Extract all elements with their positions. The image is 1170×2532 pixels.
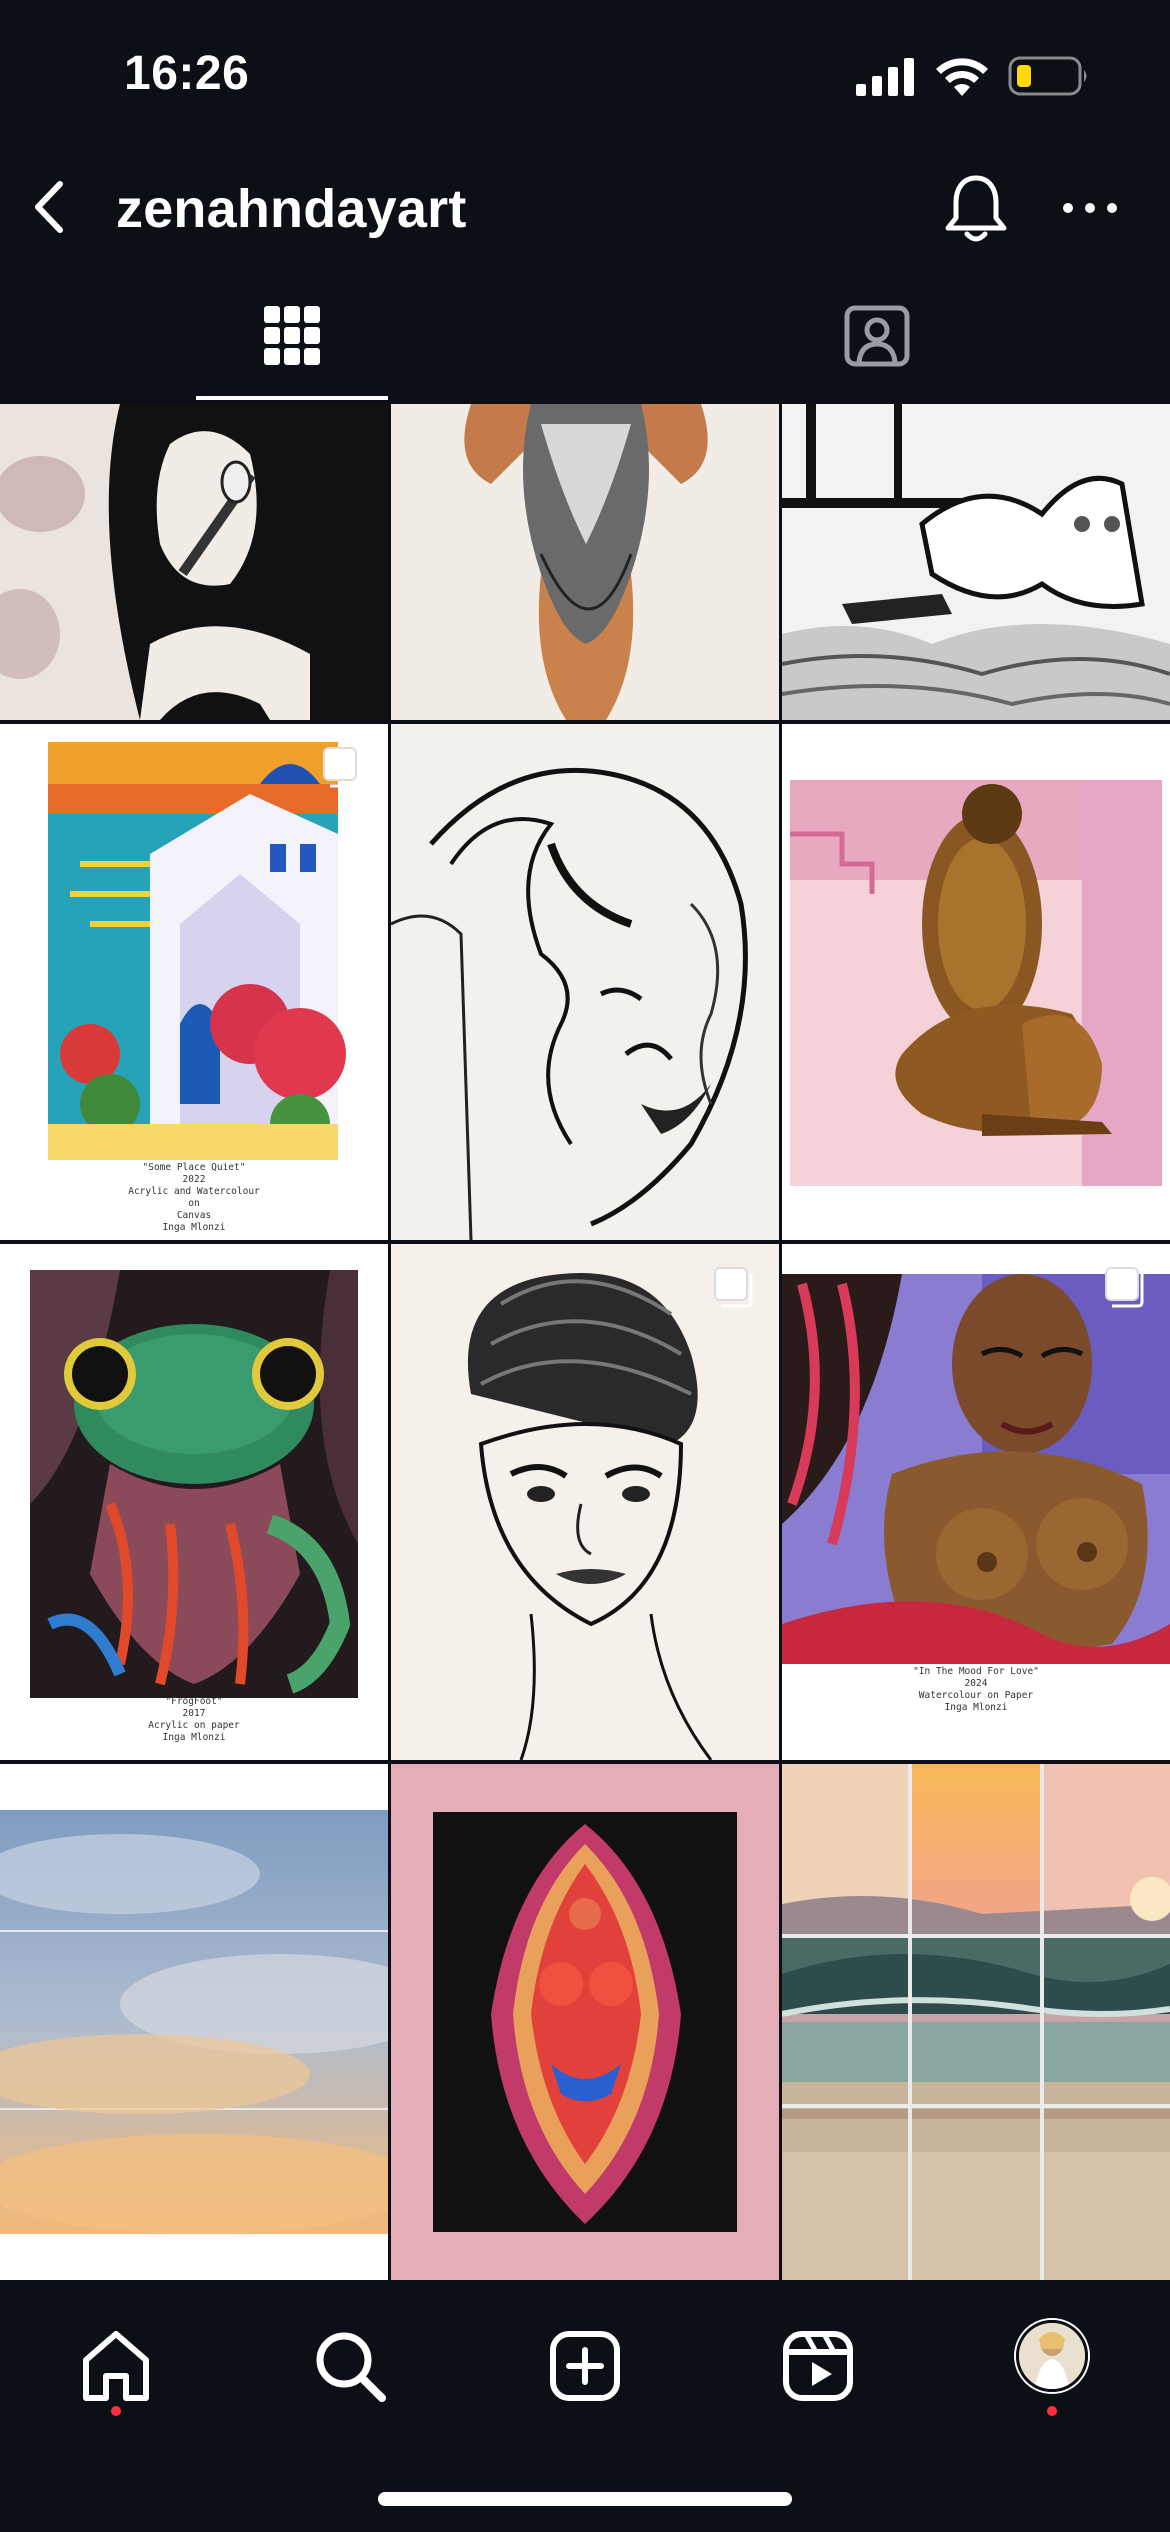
back-chevron-icon[interactable] [16, 172, 86, 242]
profile-header: zenahndayart [0, 150, 1170, 266]
post-artwork [391, 1764, 779, 2280]
post-thumbnail[interactable] [391, 404, 779, 720]
post-artwork [0, 404, 388, 720]
profile-tabs [0, 266, 1170, 400]
post-artwork [391, 724, 779, 1240]
profile-photo [1019, 2323, 1085, 2389]
post-artwork [782, 724, 1170, 1240]
post-thumbnail[interactable]: "In The Mood For Love" 2024 Watercolour … [782, 1244, 1170, 1760]
profile-notification-dot [1047, 2406, 1057, 2416]
post-thumbnail[interactable]: "FrogFoot" 2017 Acrylic on paper Inga Ml… [0, 1244, 388, 1760]
home-icon[interactable] [76, 2326, 156, 2406]
post-artwork [0, 1244, 388, 1760]
profile-username[interactable]: zenahndayart [116, 178, 467, 240]
avatar[interactable] [1016, 2320, 1088, 2392]
tab-posts-grid[interactable] [0, 266, 585, 400]
post-thumbnail[interactable] [0, 404, 388, 720]
post-artwork [782, 404, 1170, 720]
battery-icon [1008, 56, 1087, 96]
post-thumbnail[interactable] [0, 1764, 388, 2280]
post-artwork [391, 404, 779, 720]
tagged-user-icon [844, 305, 910, 367]
search-icon[interactable] [310, 2326, 390, 2406]
more-options-icon[interactable] [1054, 174, 1126, 242]
artwork-caption: "In The Mood For Love" 2024 Watercolour … [913, 1666, 1039, 1713]
post-thumbnail[interactable] [782, 724, 1170, 1240]
artwork-caption: "FrogFoot" 2017 Acrylic on paper Inga Ml… [148, 1696, 240, 1743]
home-notification-dot [111, 2406, 121, 2416]
wifi-icon [936, 58, 988, 96]
post-thumbnail[interactable] [782, 1764, 1170, 2280]
multiple-photos-icon [323, 747, 362, 788]
selected-tab-underline [196, 396, 388, 400]
post-thumbnail[interactable] [391, 1764, 779, 2280]
status-bar: 16:26 [0, 0, 1170, 150]
post-artwork [0, 1764, 388, 2280]
cellular-signal-icon [856, 58, 914, 96]
home-indicator [378, 2492, 792, 2506]
tab-tagged[interactable] [585, 266, 1170, 400]
post-thumbnail[interactable] [391, 724, 779, 1240]
plus-square-icon[interactable] [545, 2326, 625, 2406]
grid-icon [264, 306, 320, 365]
posts-grid: "Some Place Quiet" 2022 Acrylic and Wate… [0, 404, 1170, 2280]
notification-bell-icon[interactable] [940, 170, 1012, 246]
post-thumbnail[interactable] [391, 1244, 779, 1760]
status-time: 16:26 [124, 47, 250, 100]
reels-icon[interactable] [778, 2326, 858, 2406]
artwork-caption: "Some Place Quiet" 2022 Acrylic and Wate… [128, 1162, 260, 1233]
post-artwork [391, 1244, 779, 1760]
post-artwork [782, 1764, 1170, 2280]
multiple-photos-icon [714, 1267, 753, 1308]
post-thumbnail[interactable] [782, 404, 1170, 720]
multiple-photos-icon [1105, 1267, 1144, 1308]
post-thumbnail[interactable]: "Some Place Quiet" 2022 Acrylic and Wate… [0, 724, 388, 1240]
